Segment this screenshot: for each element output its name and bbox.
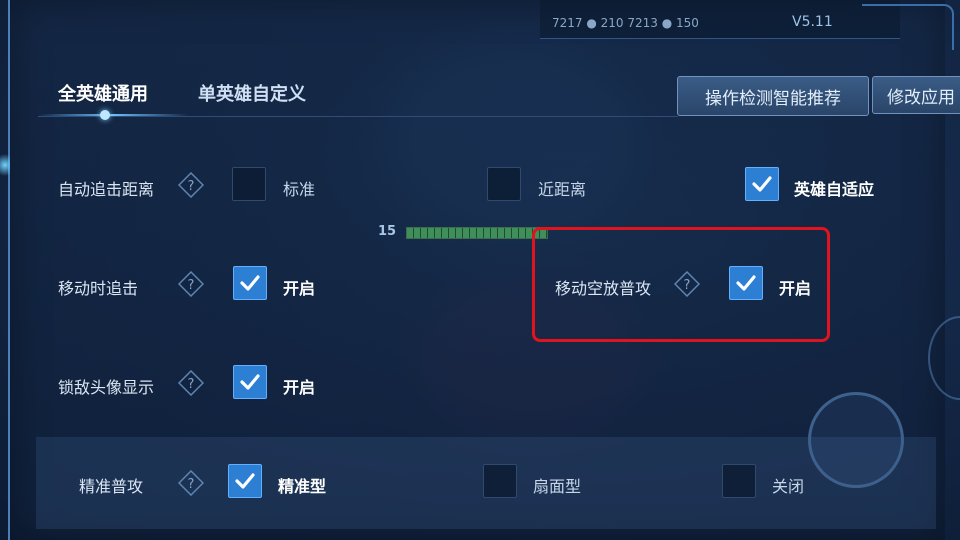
corner-frame	[862, 4, 954, 50]
auto-chase-label: 自动追击距离	[58, 180, 155, 199]
checkbox-move-attack[interactable]	[729, 266, 763, 300]
checkbox-move-chase[interactable]	[233, 266, 267, 300]
active-tab-indicator	[100, 110, 110, 120]
svg-text:?: ?	[188, 179, 195, 194]
option-standard: 标准	[283, 180, 316, 199]
version-label: V5.11	[792, 14, 833, 30]
smart-recommend-button[interactable]: 操作检测智能推荐	[677, 76, 869, 116]
checkmark-icon	[240, 374, 260, 390]
tab-single-hero[interactable]: 单英雄自定义	[198, 80, 306, 106]
option-hero-adaptive: 英雄自适应	[794, 180, 875, 199]
checkbox-hero-adaptive[interactable]	[745, 167, 779, 201]
move-attack-option: 开启	[779, 279, 812, 298]
option-precise-type: 精准型	[278, 477, 327, 496]
option-fan-type: 扇面型	[533, 477, 582, 496]
edge-glow	[0, 150, 10, 180]
checkbox-standard[interactable]	[232, 167, 266, 201]
active-tab-underline	[38, 114, 188, 116]
tab-all-heroes[interactable]: 全英雄通用	[58, 80, 148, 106]
apply-changes-button[interactable]: 修改应用	[872, 76, 960, 114]
option-close-range: 近距离	[538, 180, 587, 199]
checkmark-icon	[235, 473, 255, 489]
move-attack-label: 移动空放普攻	[555, 279, 652, 298]
svg-text:?: ?	[684, 278, 691, 293]
checkbox-precise-type[interactable]	[228, 464, 262, 498]
help-icon[interactable]: ?	[178, 172, 204, 198]
help-icon[interactable]: ?	[674, 271, 700, 297]
player-stats: 7217 ● 210 7213 ● 150	[552, 16, 699, 30]
checkbox-fan-type[interactable]	[483, 464, 517, 498]
help-icon[interactable]: ?	[178, 370, 204, 396]
move-chase-option: 开启	[283, 279, 316, 298]
checkmark-icon	[736, 275, 756, 291]
checkbox-close-range[interactable]	[487, 167, 521, 201]
checkmark-icon	[240, 275, 260, 291]
svg-text:?: ?	[188, 477, 195, 492]
precise-attack-label: 精准普攻	[79, 477, 144, 496]
hud-health-bar	[406, 227, 548, 239]
lock-avatar-option: 开启	[283, 378, 316, 397]
top-status-bar: 7217 ● 210 7213 ● 150 V5.11	[540, 0, 900, 39]
move-chase-label: 移动时追击	[58, 279, 139, 298]
checkbox-off[interactable]	[722, 464, 756, 498]
option-off: 关闭	[772, 477, 805, 496]
svg-text:?: ?	[188, 278, 195, 293]
help-icon[interactable]: ?	[178, 470, 204, 496]
tab-divider	[38, 116, 678, 117]
svg-text:?: ?	[188, 377, 195, 392]
checkbox-lock-avatar[interactable]	[233, 365, 267, 399]
hud-level: 15	[378, 224, 397, 239]
help-icon[interactable]: ?	[178, 271, 204, 297]
checkmark-icon	[752, 176, 772, 192]
lock-avatar-label: 锁敌头像显示	[58, 378, 155, 397]
